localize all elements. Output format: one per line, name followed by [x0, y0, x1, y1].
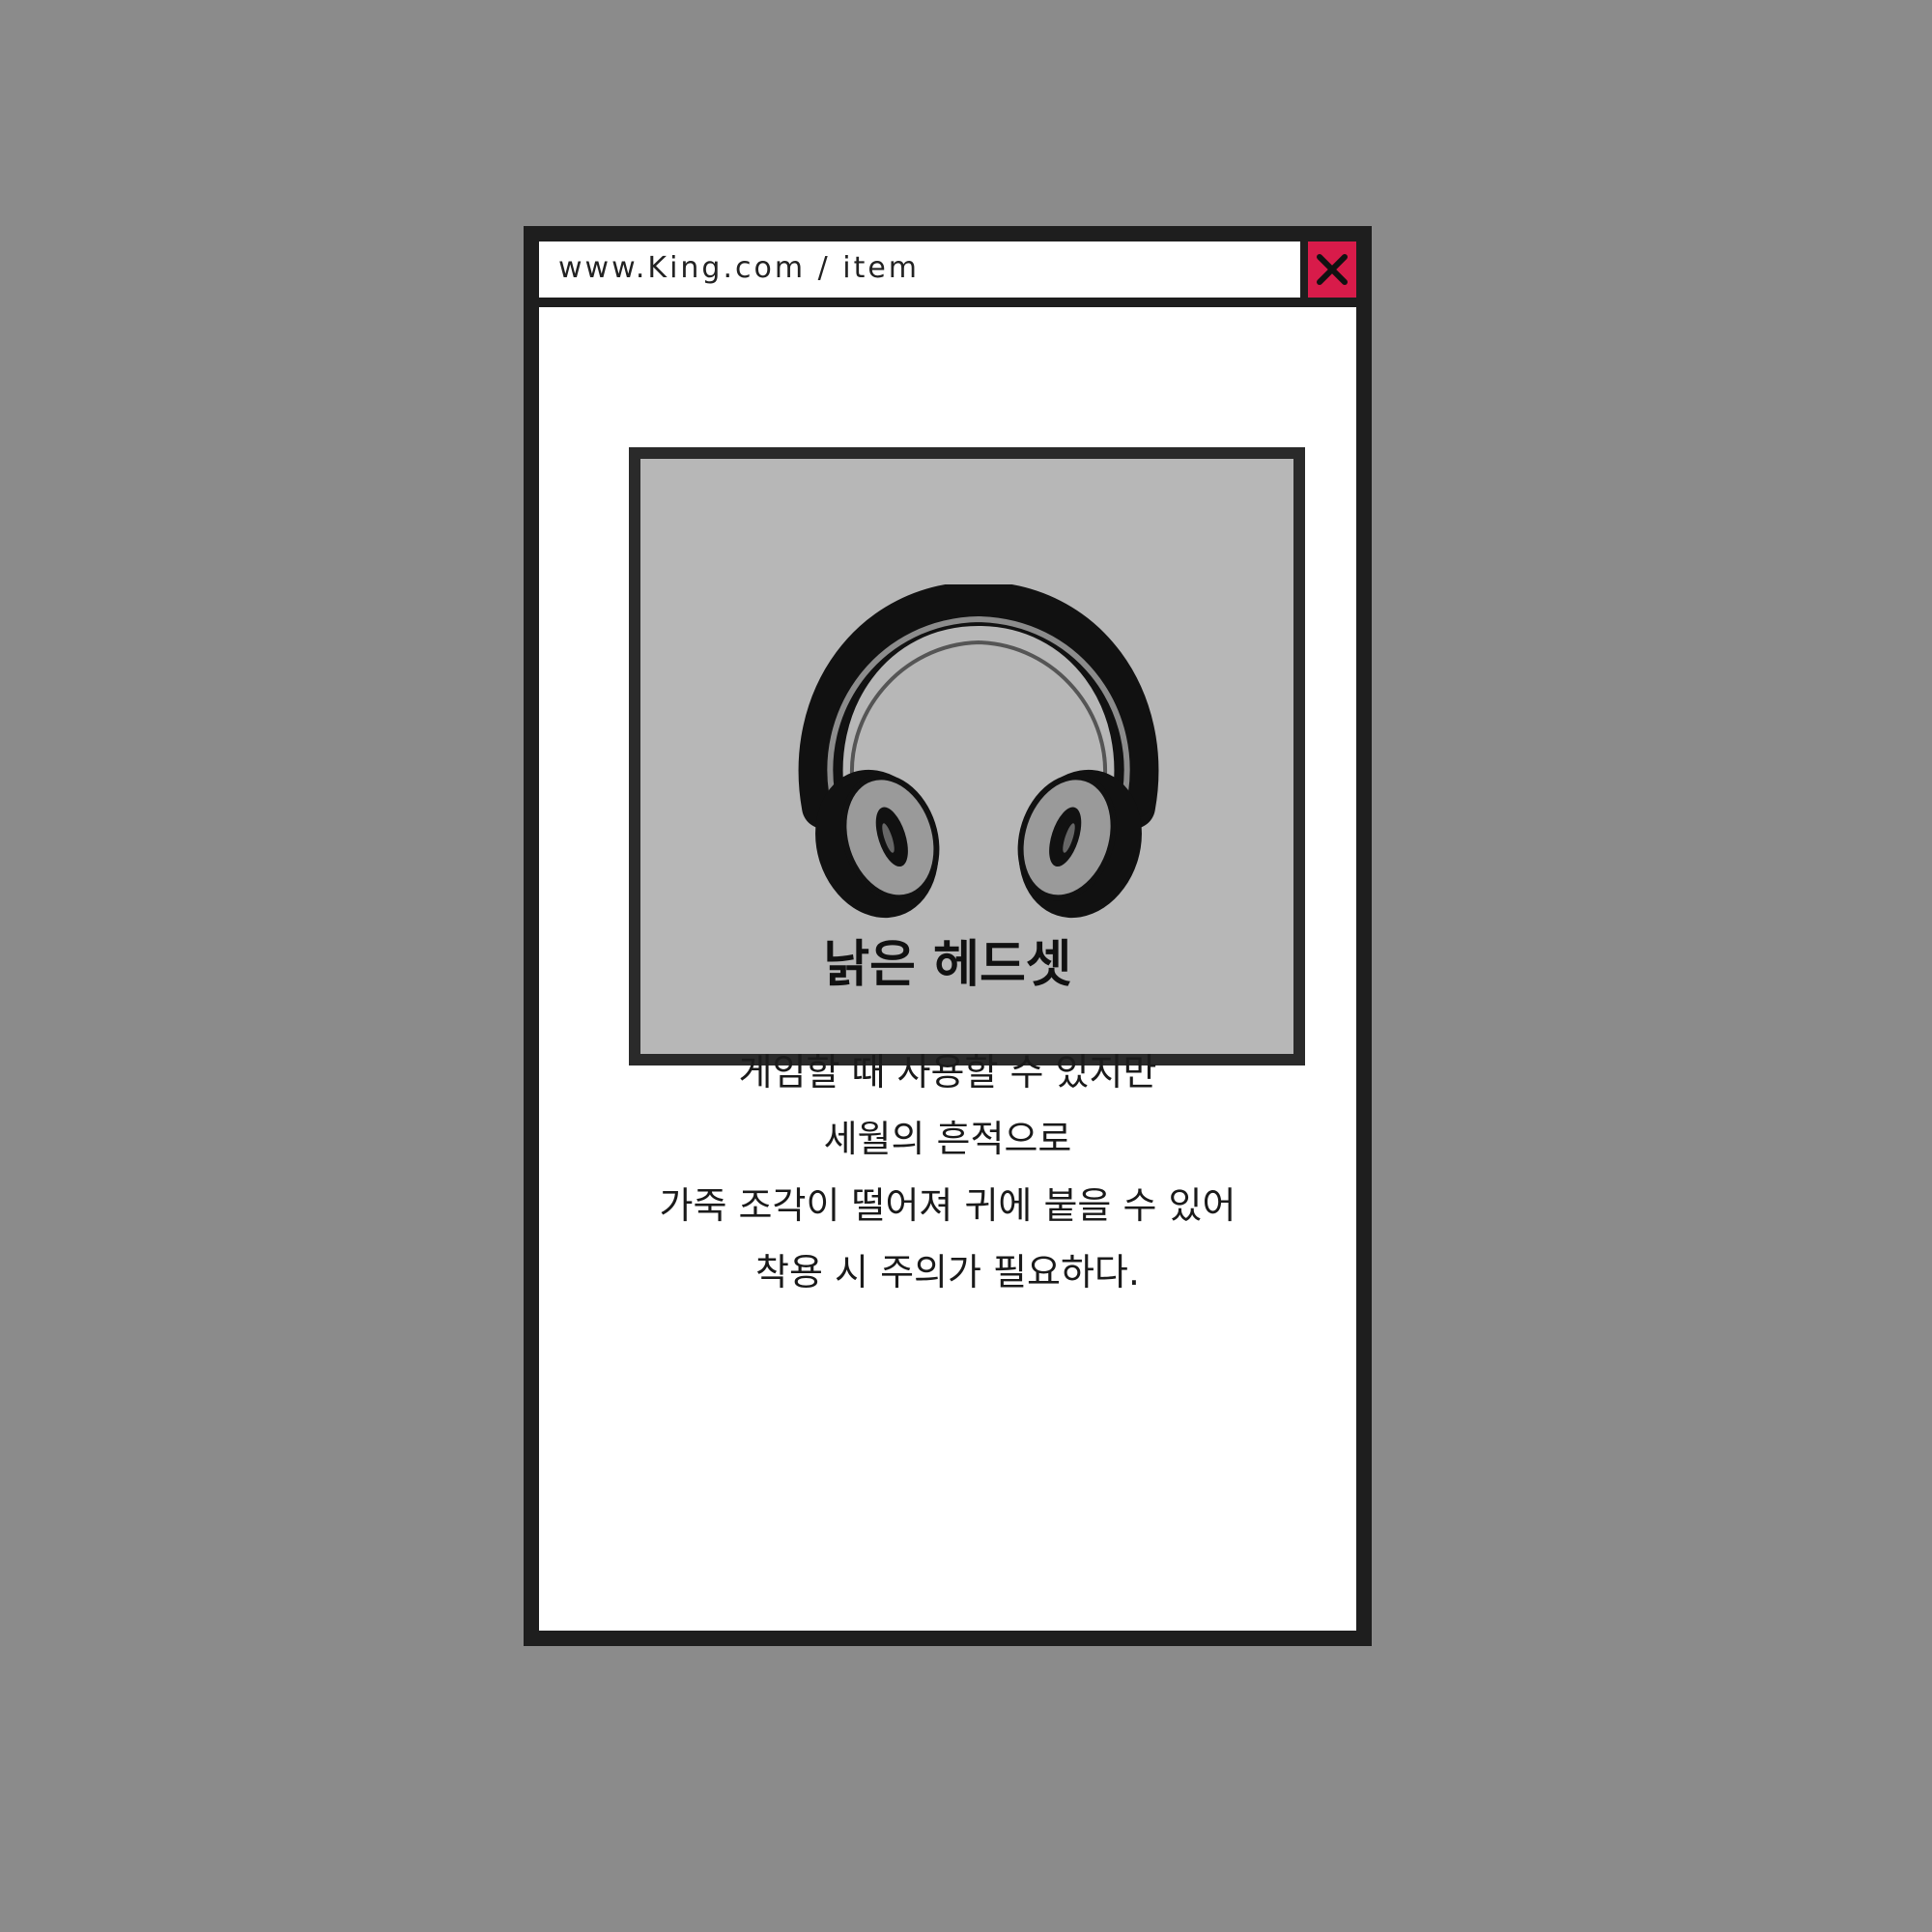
- close-icon: [1317, 254, 1348, 285]
- close-button[interactable]: [1300, 242, 1356, 298]
- item-name: 낡은 헤드셋: [823, 936, 1072, 994]
- title-bar: www.King.com / item: [539, 242, 1356, 307]
- item-description: 게임할 때 사용할 수 있지만 세월의 흔적으로 가죽 조각이 떨어져 귀에 붙…: [539, 1039, 1356, 1306]
- description-line: 가죽 조각이 떨어져 귀에 붙을 수 있어: [659, 1184, 1236, 1227]
- description-line: 게임할 때 사용할 수 있지만: [738, 1051, 1157, 1094]
- item-window: www.King.com / item 낡은 헤드셋 게임할 때 사용할 수 있…: [524, 226, 1372, 1646]
- url-text: www.King.com / item: [558, 251, 921, 285]
- description-line: 세월의 흔적으로: [823, 1118, 1072, 1160]
- headphones-icon: [798, 584, 1159, 919]
- description-line: 착용 시 주의가 필요하다.: [755, 1251, 1140, 1293]
